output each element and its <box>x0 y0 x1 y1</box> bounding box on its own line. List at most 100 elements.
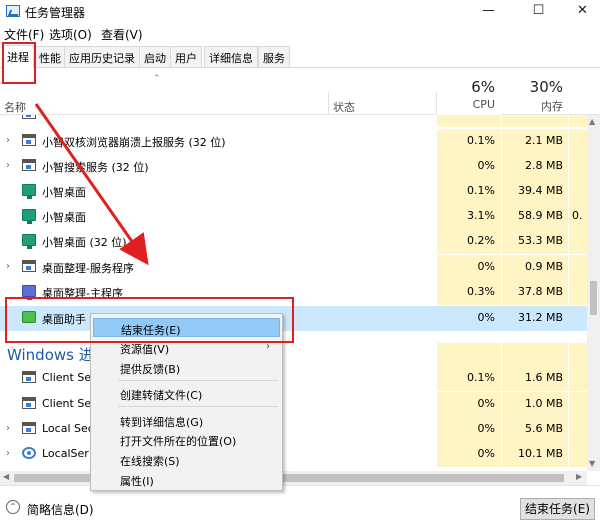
process-cpu: 0.1% <box>437 179 501 204</box>
desktop-monitor-icon <box>22 209 36 224</box>
scroll-right-arrow-icon[interactable]: ▶ <box>576 472 582 481</box>
expand-chevron-icon[interactable]: › <box>6 160 10 171</box>
process-cpu: 0.1% <box>437 129 501 154</box>
table-row[interactable]: 小智桌面 (32 位) 0.2% 53.3 MB <box>0 229 587 254</box>
process-name: 小智搜索服务 (32 位) <box>42 161 149 174</box>
expand-chevron-icon[interactable]: › <box>6 135 10 146</box>
scroll-up-arrow-icon[interactable]: ▲ <box>589 117 595 126</box>
process-cpu: 0.3% <box>437 280 501 305</box>
scroll-down-arrow-icon[interactable]: ▼ <box>589 459 595 468</box>
menu-item-go-to-details[interactable]: 转到详细信息(G) <box>93 411 280 430</box>
group-extra-cell <box>569 343 587 368</box>
process-extra: 0. <box>569 204 587 229</box>
minimize-button[interactable]: — <box>466 0 511 22</box>
fewer-details-link[interactable]: 简略信息(D) <box>27 501 94 518</box>
table-row[interactable]: › Local Sec 0% 5.6 MB <box>0 417 587 442</box>
table-row[interactable]: › 桌面整理-服务程序 0% 0.9 MB <box>0 255 587 280</box>
vertical-scrollbar[interactable]: ▲ ▼ <box>587 115 600 471</box>
process-list: › › 小智双核浏览器崩溃上报服务 (32 位) 0.1% 2.1 MB › 小… <box>0 115 587 471</box>
process-name: 小智双核浏览器崩溃上报服务 (32 位) <box>42 136 226 149</box>
tab-performance[interactable]: 性能 <box>34 46 66 67</box>
process-name: 小智桌面 <box>42 211 86 224</box>
process-extra <box>569 442 587 467</box>
menu-item-create-dump[interactable]: 创建转储文件(C) <box>93 384 280 403</box>
process-extra <box>569 417 587 442</box>
menu-file[interactable]: 文件(F) <box>4 26 44 43</box>
menu-item-label: 资源值(V) <box>120 343 170 356</box>
column-cpu[interactable]: 6% CPU <box>437 68 501 115</box>
process-memory: 1.0 MB <box>502 392 568 417</box>
group-cpu-cell <box>437 343 501 368</box>
desktop-monitor-icon <box>22 234 36 249</box>
process-memory: 10.1 MB <box>502 442 568 467</box>
process-extra <box>569 255 587 280</box>
memory-total-percent: 30% <box>529 78 563 96</box>
menu-item-properties[interactable]: 属性(I) <box>93 470 280 489</box>
menu-options[interactable]: 选项(O) <box>49 26 92 43</box>
horizontal-scrollbar[interactable]: ◀ ▶ <box>0 471 587 485</box>
process-memory: 0.9 MB <box>502 255 568 280</box>
collapse-chevron-icon[interactable]: ⌃ <box>6 500 20 514</box>
tab-startup[interactable]: 启动 <box>139 46 171 67</box>
table-row[interactable]: › <box>0 115 587 127</box>
process-name: 小智桌面 (32 位) <box>42 236 127 249</box>
process-name: LocalSer <box>42 447 89 460</box>
window-app-icon <box>22 159 36 171</box>
process-cpu: 0% <box>437 306 501 331</box>
close-button[interactable]: ✕ <box>560 0 600 22</box>
window-app-icon <box>22 397 36 409</box>
column-divider[interactable] <box>328 92 329 114</box>
column-memory[interactable]: 30% 内存 <box>502 68 568 115</box>
process-name: Client Se <box>42 371 92 384</box>
expand-chevron-icon[interactable]: › <box>6 115 10 119</box>
desktop-organizer-icon <box>22 285 36 300</box>
end-task-button[interactable]: 结束任务(E) <box>520 498 595 520</box>
menu-item-feedback[interactable]: 提供反馈(B) <box>93 358 280 377</box>
window-app-icon <box>22 115 36 119</box>
table-row[interactable]: Client Se 0% 1.0 MB <box>0 392 587 417</box>
table-row[interactable]: › 小智双核浏览器崩溃上报服务 (32 位) 0.1% 2.1 MB <box>0 129 587 154</box>
process-extra <box>569 392 587 417</box>
table-row[interactable]: 小智桌面 3.1% 58.9 MB 0. <box>0 204 587 229</box>
task-manager-icon <box>6 5 20 17</box>
table-row[interactable]: › LocalSer 0% 10.1 MB <box>0 442 587 467</box>
process-name: Client Se <box>42 397 92 410</box>
process-name: 桌面整理-服务程序 <box>42 262 134 275</box>
column-status[interactable]: 状态 <box>333 99 355 115</box>
table-row[interactable]: 小智桌面 0.1% 39.4 MB <box>0 179 587 204</box>
footer-bar: ⌃ 简略信息(D) 结束任务(E) <box>0 485 600 526</box>
process-memory: 39.4 MB <box>502 179 568 204</box>
scroll-thumb[interactable] <box>590 281 597 315</box>
window-title: 任务管理器 <box>25 6 86 20</box>
window-app-icon <box>22 371 36 383</box>
maximize-button[interactable]: ☐ <box>516 0 561 22</box>
process-memory: 53.3 MB <box>502 229 568 254</box>
cpu-label: CPU <box>472 98 495 111</box>
table-row[interactable]: Client Se 0.1% 1.6 MB <box>0 366 587 391</box>
expand-chevron-icon[interactable]: › <box>6 261 10 272</box>
process-cpu: 0% <box>437 154 501 179</box>
process-cpu: 0% <box>437 442 501 467</box>
menu-item-search-online[interactable]: 在线搜索(S) <box>93 450 280 469</box>
tab-app-history[interactable]: 应用历史记录 <box>64 46 140 67</box>
process-memory: 5.6 MB <box>502 417 568 442</box>
tab-details[interactable]: 详细信息 <box>204 46 258 67</box>
column-name[interactable]: 名称 <box>4 99 26 115</box>
tab-users[interactable]: 用户 <box>170 46 202 67</box>
scroll-left-arrow-icon[interactable]: ◀ <box>3 472 9 481</box>
process-extra <box>569 306 587 331</box>
menu-item-open-file-location[interactable]: 打开文件所在的位置(O) <box>93 430 280 449</box>
expand-chevron-icon[interactable]: › <box>6 448 10 459</box>
process-name: 小智桌面 <box>42 186 86 199</box>
group-memory-cell <box>502 343 568 368</box>
tab-bar: 进程 性能 应用历史记录 启动 用户 详细信息 服务 <box>0 44 600 68</box>
tab-services[interactable]: 服务 <box>258 46 290 67</box>
table-row[interactable]: › 小智搜索服务 (32 位) 0% 2.8 MB <box>0 154 587 179</box>
group-title: Windows 进 <box>7 346 94 364</box>
window-app-icon <box>22 134 36 146</box>
expand-chevron-icon[interactable]: › <box>6 423 10 434</box>
window-app-icon <box>22 260 36 272</box>
process-memory: 1.6 MB <box>502 366 568 391</box>
menu-view[interactable]: 查看(V) <box>101 26 143 43</box>
menu-separator <box>118 380 278 381</box>
